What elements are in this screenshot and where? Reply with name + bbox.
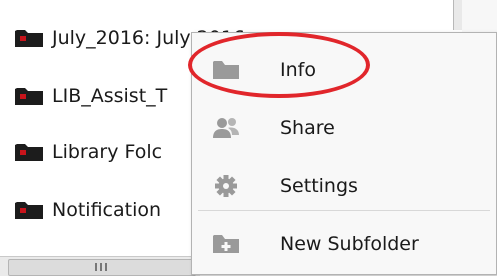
gear-icon bbox=[215, 175, 237, 197]
scrollbar-thumb[interactable] bbox=[8, 259, 196, 276]
menu-item-settings[interactable]: Settings bbox=[192, 163, 496, 209]
folder-item[interactable]: LIB_Assist_T bbox=[14, 78, 167, 114]
folder-name: Library Folc bbox=[52, 141, 163, 163]
folder-name: Notification bbox=[52, 199, 162, 221]
horizontal-scrollbar[interactable] bbox=[0, 256, 200, 276]
folder-icon bbox=[15, 144, 43, 161]
menu-item-label: Share bbox=[280, 117, 335, 139]
menu-item-new-subfolder[interactable]: New Subfolder bbox=[192, 221, 496, 267]
menu-item-label: Info bbox=[280, 59, 316, 81]
context-menu: Info Share Settings New Subfolder bbox=[191, 32, 497, 275]
folder-item[interactable]: Notification bbox=[14, 192, 161, 228]
folder-icon bbox=[15, 202, 43, 219]
folder-name: LIB_Assist_T bbox=[52, 85, 168, 107]
menu-item-info[interactable]: Info bbox=[192, 47, 496, 93]
folder-icon bbox=[15, 88, 43, 105]
folder-icon bbox=[15, 30, 43, 47]
folder-icon bbox=[213, 61, 239, 79]
menu-item-share[interactable]: Share bbox=[192, 105, 496, 151]
menu-item-label: New Subfolder bbox=[280, 233, 419, 255]
people-icon bbox=[213, 118, 239, 138]
menu-separator bbox=[198, 210, 490, 211]
menu-item-label: Settings bbox=[280, 175, 358, 197]
scrollbar-grip-icon bbox=[95, 263, 107, 271]
new-subfolder-icon bbox=[213, 235, 239, 253]
folder-item[interactable]: Library Folc bbox=[14, 134, 162, 170]
